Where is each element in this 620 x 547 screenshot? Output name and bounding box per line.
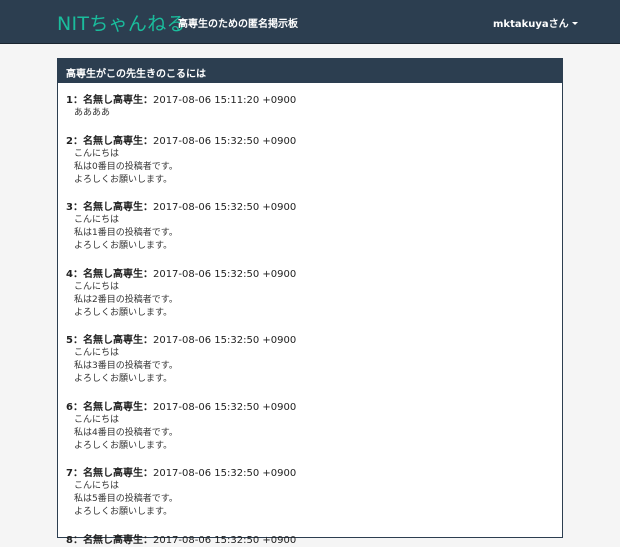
post-body-line: こんにちは — [74, 215, 120, 225]
post-timestamp: 2017-08-06 15:32:50 +0900 — [152, 135, 297, 147]
user-menu-dropdown[interactable]: mktakuyaさん — [493, 15, 578, 30]
post-separator: ： — [142, 335, 153, 346]
post-body-line: こんにちは — [74, 481, 120, 491]
user-name: mktakuyaさん — [493, 19, 569, 30]
post-header: 8：名無し高専生：2017-08-06 15:32:50 +0900 — [66, 534, 562, 547]
post-number: 8： — [66, 534, 83, 546]
post-body-line: こんにちは — [74, 148, 120, 159]
post-body-line: 私は3番目の投稿者です。 — [74, 361, 178, 371]
post-timestamp: 2017-08-06 15:32:50 +0900 — [152, 468, 297, 479]
post-separator: ： — [142, 401, 153, 413]
post-item: 7：名無し高専生：2017-08-06 15:32:50 +0900 こんにちは私… — [66, 467, 562, 519]
brand-link[interactable]: NITちゃんねる — [57, 9, 186, 36]
post-header: 5：名無し高専生：2017-08-06 15:32:50 +0900 — [66, 334, 562, 347]
post-number: 7： — [66, 468, 83, 479]
post-header: 6：名無し高専生：2017-08-06 15:32:50 +0900 — [66, 401, 562, 414]
post-author: 名無し高専生 — [82, 95, 143, 106]
post-header: 3：名無し高専生：2017-08-06 15:32:50 +0900 — [66, 201, 562, 214]
post-author: 名無し高専生 — [82, 401, 143, 413]
post-separator: ： — [142, 534, 153, 546]
post-body-line: 私は4番目の投稿者です。 — [74, 427, 178, 438]
post-body-line: よろしくお願いします。 — [74, 507, 173, 517]
post-author: 名無し高専生 — [82, 335, 143, 346]
post-header: 4：名無し高専生：2017-08-06 15:32:50 +0900 — [66, 268, 562, 281]
post-body-line: こんにちは — [74, 281, 120, 292]
post-timestamp: 2017-08-06 15:32:50 +0900 — [152, 202, 297, 213]
post-body-line: 私は2番目の投稿者です。 — [74, 294, 178, 305]
post-body-line: よろしくお願いします。 — [74, 241, 173, 251]
post-number: 5： — [66, 335, 83, 346]
post-author: 名無し高専生 — [82, 135, 143, 147]
post-item: 4：名無し高専生：2017-08-06 15:32:50 +0900 こんにちは私… — [66, 268, 562, 320]
post-timestamp: 2017-08-06 15:32:50 +0900 — [152, 534, 297, 546]
post-number: 3： — [66, 202, 83, 213]
site-tagline: 高専生のための匿名掲示板 — [178, 19, 298, 30]
post-body-line: よろしくお願いします。 — [74, 440, 173, 451]
post-timestamp: 2017-08-06 15:32:50 +0900 — [152, 268, 297, 280]
post-body-line: ああああ — [74, 108, 111, 118]
post-number: 2： — [66, 135, 83, 147]
caret-down-icon — [571, 21, 578, 25]
post-body-line: よろしくお願いします。 — [74, 307, 173, 318]
post-list: 1：名無し高専生：2017-08-06 15:11:20 +0900 ああああ 2：… — [58, 83, 562, 547]
post-header: 7：名無し高専生：2017-08-06 15:32:50 +0900 — [66, 467, 562, 480]
post-separator: ： — [142, 135, 153, 147]
post-item: 5：名無し高専生：2017-08-06 15:32:50 +0900 こんにちは私… — [66, 334, 562, 386]
post-body-line: 私は1番目の投稿者です。 — [74, 228, 178, 238]
post-body-line: 私は5番目の投稿者です。 — [74, 494, 178, 504]
post-author: 名無し高専生 — [82, 268, 143, 280]
post-timestamp: 2017-08-06 15:32:50 +0900 — [152, 401, 297, 413]
post-body-line: 私は0番目の投稿者です。 — [74, 161, 178, 172]
post-number: 4： — [66, 268, 83, 280]
post-body-line: こんにちは — [74, 414, 120, 425]
post-header: 2：名無し高専生：2017-08-06 15:32:50 +0900 — [66, 135, 562, 148]
thread-panel: 高専生がこの先生きのこるには 1：名無し高専生：2017-08-06 15:11… — [57, 58, 563, 546]
post-separator: ： — [142, 95, 153, 106]
post-author: 名無し高専生 — [82, 202, 143, 213]
post-author: 名無し高専生 — [82, 534, 143, 546]
post-separator: ： — [142, 468, 153, 479]
post-body-line: よろしくお願いします。 — [74, 174, 173, 185]
post-header: 1：名無し高専生：2017-08-06 15:11:20 +0900 — [66, 94, 562, 107]
post-body-line: よろしくお願いします。 — [74, 374, 173, 384]
post-body-line: こんにちは — [74, 348, 120, 358]
post-timestamp: 2017-08-06 15:11:20 +0900 — [152, 95, 297, 106]
post-timestamp: 2017-08-06 15:32:50 +0900 — [152, 335, 297, 346]
navbar: NITちゃんねる 高専生のための匿名掲示板 mktakuyaさん — [0, 0, 620, 44]
post-item: 1：名無し高専生：2017-08-06 15:11:20 +0900 ああああ — [66, 94, 562, 120]
post-number: 6： — [66, 401, 83, 413]
thread-title: 高専生がこの先生きのこるには — [58, 59, 562, 83]
post-item: 8：名無し高専生：2017-08-06 15:32:50 +0900 — [66, 534, 562, 547]
post-separator: ： — [142, 268, 153, 280]
post-item: 2：名無し高専生：2017-08-06 15:32:50 +0900 こんにちは私… — [66, 135, 562, 187]
post-item: 6：名無し高専生：2017-08-06 15:32:50 +0900 こんにちは私… — [66, 401, 562, 453]
post-author: 名無し高専生 — [82, 468, 143, 479]
post-item: 3：名無し高専生：2017-08-06 15:32:50 +0900 こんにちは私… — [66, 201, 562, 253]
post-number: 1： — [66, 95, 83, 106]
post-separator: ： — [142, 202, 153, 213]
